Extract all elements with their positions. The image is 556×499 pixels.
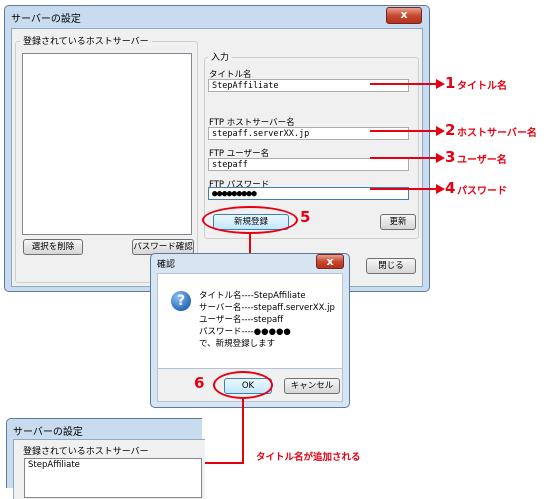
confirm-message-line-3: ユーザー名----stepaff: [199, 315, 284, 325]
confirm-message-line-2: サーバー名----stepaff.serverXX.jp: [199, 303, 335, 313]
annotation-arrowhead-4: [436, 184, 445, 194]
annotation-label-3: ユーザー名: [457, 155, 507, 166]
annotation-number-5: 5: [300, 208, 311, 226]
confirm-dialog-title: 確認: [157, 260, 176, 270]
user-field[interactable]: stepaff: [208, 158, 409, 171]
registered-hosts-group-label: 登録されているホストサーバー: [20, 34, 152, 47]
annotation-added-label: タイトル名が追加される: [256, 452, 361, 463]
confirm-message-line-1: タイトル名----StepAffiliate: [199, 291, 306, 301]
annotation-line-4: [370, 188, 436, 190]
annotation-label-2: ホストサーバー名: [457, 128, 537, 139]
highlight-new-register: [202, 206, 298, 234]
annotation-arrowhead-1: [436, 79, 445, 89]
question-icon: ?: [171, 291, 191, 311]
result-window-title: サーバーの設定: [13, 427, 83, 438]
annotation-line-2: [370, 130, 436, 132]
annotation-number-2: 2: [445, 121, 456, 139]
annotation-arrowhead-2: [436, 126, 445, 136]
main-window: サーバーの設定 x 登録されているホストサーバー 選択を削除 パスワード確認 入…: [4, 5, 430, 292]
title-field[interactable]: StepAffiliate: [208, 79, 409, 92]
annotation-label-1: タイトル名: [457, 81, 507, 92]
host-server-list[interactable]: [22, 53, 192, 235]
connector-from-ok: [242, 399, 244, 463]
annotation-line-3: [370, 157, 436, 159]
delete-selected-button[interactable]: 選択を削除: [23, 239, 83, 255]
update-button[interactable]: 更新: [380, 214, 416, 230]
result-registered-group-label: 登録されているホストサーバー: [20, 444, 152, 457]
result-host-server-list[interactable]: StepAffiliate: [24, 458, 202, 498]
annotation-number-3: 3: [445, 148, 456, 166]
main-window-title: サーバーの設定: [11, 14, 81, 25]
result-window: サーバーの設定 登録されているホストサーバー StepAffiliate: [6, 418, 205, 499]
main-window-client: 登録されているホストサーバー 選択を削除 パスワード確認 入力 タイトル名 St…: [11, 28, 423, 287]
confirm-message-line-4: パスワード----●●●●●: [199, 327, 291, 337]
host-server-field[interactable]: stepaff.serverXX.jp: [208, 127, 409, 140]
annotation-line-1: [370, 83, 436, 85]
confirm-dialog-close-button[interactable]: x: [316, 254, 344, 269]
result-window-client: 登録されているホストサーバー StepAffiliate: [13, 439, 205, 499]
main-window-close-button[interactable]: x: [386, 7, 422, 24]
input-group-label: 入力: [208, 50, 233, 63]
confirm-message-line-5: で、新規登録します: [199, 339, 276, 349]
annotation-number-1: 1: [445, 74, 456, 92]
annotation-label-4: パスワード: [457, 186, 507, 197]
annotation-arrowhead-3: [436, 153, 445, 163]
annotation-number-4: 4: [445, 179, 456, 197]
annotation-number-6: 6: [194, 374, 205, 392]
highlight-ok: [213, 371, 273, 399]
cancel-button[interactable]: キャンセル: [284, 378, 340, 394]
close-button[interactable]: 閉じる: [366, 258, 416, 274]
result-list-item[interactable]: StepAffiliate: [28, 460, 80, 471]
